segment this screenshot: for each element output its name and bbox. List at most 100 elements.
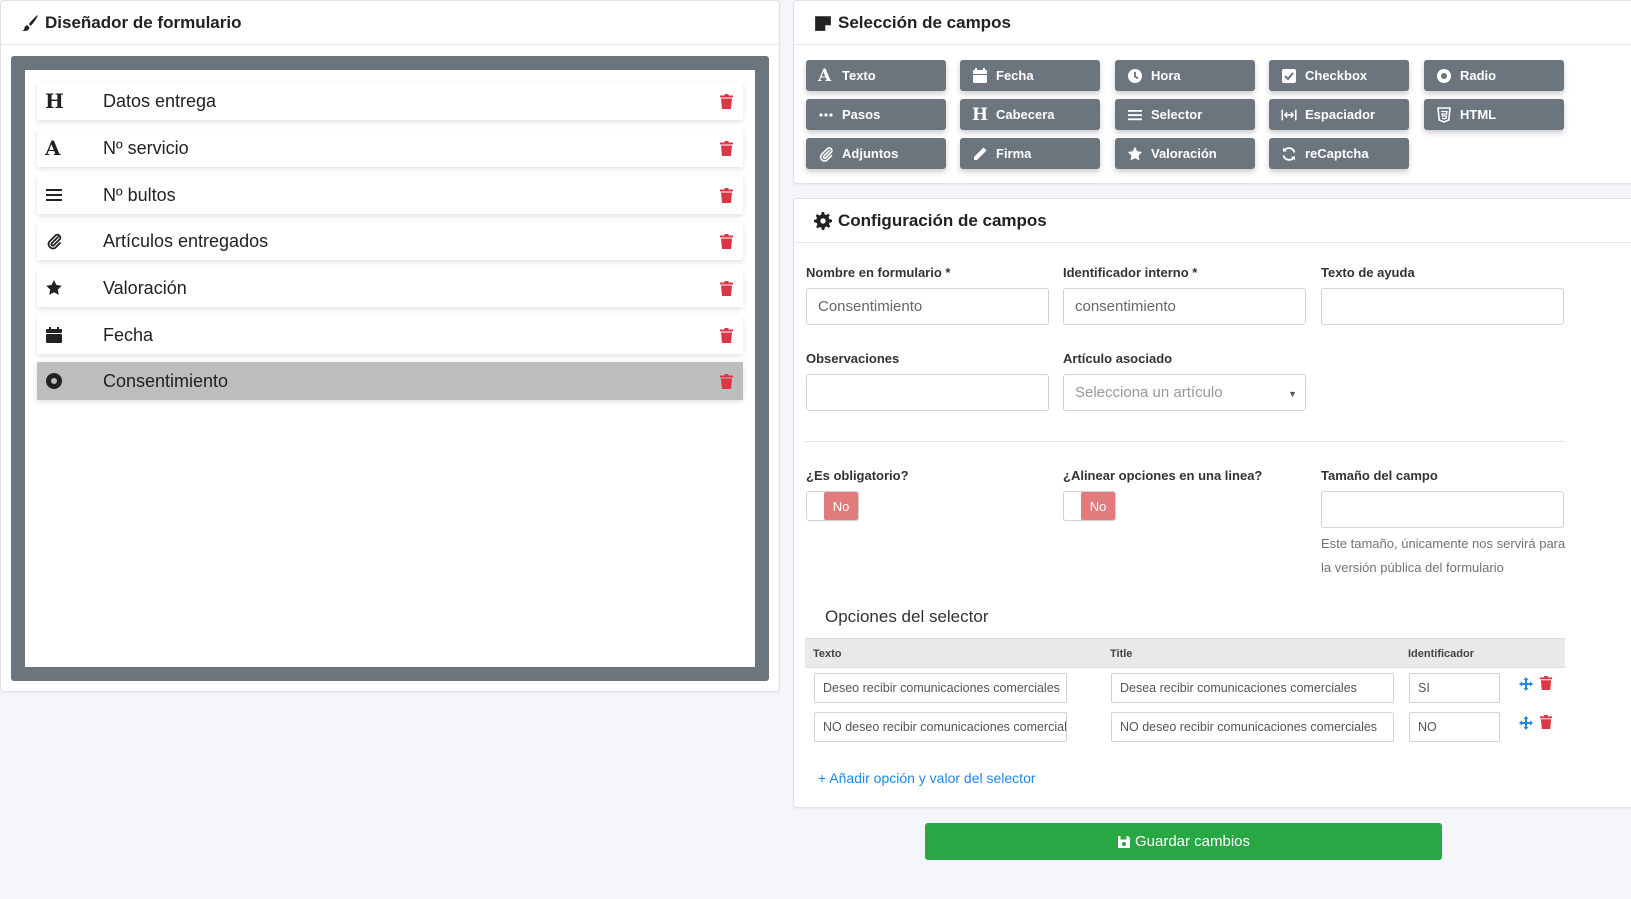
- trash-icon[interactable]: [1539, 715, 1553, 729]
- inline-options-label: ¿Alinear opciones en una linea?: [1063, 468, 1263, 483]
- add-signature-field-button[interactable]: Firma: [960, 138, 1100, 169]
- text-icon: A: [818, 65, 832, 86]
- config-title: Configuración de campos: [838, 210, 1047, 230]
- html5-icon: [1436, 106, 1460, 123]
- config-header: Configuración de campos: [794, 199, 1631, 243]
- option-title-input[interactable]: NO deseo recibir comunicaciones comercia…: [1111, 712, 1394, 742]
- header-identifier: Identificador: [1408, 648, 1475, 660]
- add-attachments-field-button[interactable]: Adjuntos: [806, 138, 946, 169]
- form-field-label: Nº servicio: [103, 137, 189, 158]
- option-title-input[interactable]: Desea recibir comunicaciones comerciales: [1111, 673, 1394, 703]
- button-label: Valoración: [1151, 146, 1217, 161]
- trash-icon[interactable]: [1539, 676, 1553, 690]
- observations-input[interactable]: [806, 374, 1049, 411]
- move-icon[interactable]: [1519, 677, 1533, 691]
- button-label: Adjuntos: [842, 146, 899, 161]
- heading-icon: H: [972, 104, 989, 125]
- delete-field-button[interactable]: [709, 280, 743, 296]
- button-label: Cabecera: [996, 107, 1055, 122]
- paintbrush-icon: [22, 14, 38, 31]
- option-id-input[interactable]: SI: [1409, 673, 1500, 703]
- caret-down-icon: ▼: [1288, 389, 1297, 399]
- form-field-item[interactable]: Valoración: [37, 269, 743, 307]
- add-text-field-button[interactable]: A Texto: [806, 60, 946, 91]
- form-field-label: Artículos entregados: [103, 230, 269, 251]
- form-field-item-selected[interactable]: Consentimiento: [37, 362, 743, 400]
- delete-field-button[interactable]: [709, 327, 743, 343]
- radio-icon: [37, 372, 103, 390]
- observations-label: Observaciones: [806, 351, 900, 366]
- field-config-card: Configuración de campos Nombre en formul…: [793, 198, 1631, 808]
- trash-icon: [719, 233, 733, 249]
- designer-title: Diseñador de formulario: [45, 12, 242, 32]
- delete-field-button[interactable]: [709, 233, 743, 249]
- add-heading-field-button[interactable]: H Cabecera: [960, 99, 1100, 130]
- options-table-header: Texto Title Identificador: [805, 638, 1565, 668]
- button-label: Radio: [1460, 68, 1497, 83]
- field-size-label: Tamaño del campo: [1321, 468, 1438, 483]
- form-field-item[interactable]: Nº bultos: [37, 176, 743, 214]
- delete-field-button[interactable]: [709, 187, 743, 203]
- add-date-field-button[interactable]: Fecha: [960, 60, 1100, 91]
- delete-field-button[interactable]: [709, 140, 743, 156]
- selection-title: Selección de campos: [838, 12, 1011, 32]
- option-text-input[interactable]: NO deseo recibir comunicaciones comercia…: [814, 712, 1067, 742]
- article-select[interactable]: Selecciona un artículo ▼: [1063, 374, 1306, 411]
- add-radio-field-button[interactable]: Radio: [1424, 60, 1564, 91]
- selection-header: Selección de campos: [794, 1, 1631, 45]
- identifier-label: Identificador interno *: [1063, 265, 1198, 280]
- delete-field-button[interactable]: [709, 93, 743, 109]
- field-size-input[interactable]: [1321, 491, 1564, 528]
- selector-options-title: Opciones del selector: [825, 607, 989, 626]
- form-field-label: Valoración: [103, 277, 187, 298]
- form-field-item[interactable]: Fecha: [37, 316, 743, 354]
- add-checkbox-field-button[interactable]: Checkbox: [1269, 60, 1409, 91]
- header-title: Title: [1110, 648, 1133, 660]
- option-id-input[interactable]: NO: [1409, 712, 1500, 742]
- save-changes-button[interactable]: Guardar cambios: [925, 823, 1442, 860]
- gear-icon: [814, 211, 832, 230]
- trash-icon: [719, 93, 733, 109]
- add-spacer-field-button[interactable]: Espaciador: [1269, 99, 1409, 130]
- star-icon: [37, 279, 103, 297]
- button-label: HTML: [1460, 107, 1497, 122]
- sticky-note-icon: [815, 15, 831, 31]
- paperclip-icon: [37, 232, 103, 250]
- heading-icon: H: [45, 89, 64, 113]
- paperclip-icon: [818, 146, 842, 162]
- list-icon: [1127, 107, 1151, 123]
- add-html-field-button[interactable]: HTML: [1424, 99, 1564, 130]
- designer-header: Diseñador de formulario: [1, 1, 779, 45]
- required-toggle[interactable]: No: [806, 491, 859, 521]
- form-field-label: Datos entrega: [103, 90, 217, 111]
- star-icon: [1127, 146, 1151, 162]
- add-selector-field-button[interactable]: Selector: [1115, 99, 1255, 130]
- add-rating-field-button[interactable]: Valoración: [1115, 138, 1255, 169]
- trash-icon: [719, 187, 733, 203]
- delete-field-button[interactable]: [709, 373, 743, 389]
- add-option-link[interactable]: + Añadir opción y valor del selector: [818, 770, 1036, 786]
- add-steps-field-button[interactable]: Pasos: [806, 99, 946, 130]
- form-field-item[interactable]: A Nº servicio: [37, 129, 743, 167]
- form-field-item[interactable]: H Datos entrega: [37, 82, 743, 120]
- sync-icon: [1281, 146, 1305, 162]
- form-field-item[interactable]: Artículos entregados: [37, 222, 743, 260]
- name-input[interactable]: Consentimiento: [806, 288, 1049, 325]
- add-recaptcha-field-button[interactable]: reCaptcha: [1269, 138, 1409, 169]
- help-text-input[interactable]: [1321, 288, 1564, 325]
- required-toggle-state: No: [824, 492, 858, 520]
- help-text-label: Texto de ayuda: [1321, 265, 1415, 280]
- field-selection-card: Selección de campos A Texto Fecha Hora Ch…: [793, 0, 1631, 184]
- button-label: Firma: [996, 146, 1032, 161]
- trash-icon: [719, 327, 733, 343]
- add-time-field-button[interactable]: Hora: [1115, 60, 1255, 91]
- move-icon[interactable]: [1519, 716, 1533, 730]
- identifier-input[interactable]: consentimiento: [1063, 288, 1306, 325]
- button-label: Pasos: [842, 107, 881, 122]
- button-label: Fecha: [996, 68, 1034, 83]
- button-label: Checkbox: [1305, 68, 1368, 83]
- required-label: ¿Es obligatorio?: [806, 468, 909, 483]
- designer-card: Diseñador de formulario H Datos entrega …: [0, 0, 780, 692]
- inline-options-toggle[interactable]: No: [1063, 491, 1116, 521]
- option-text-input[interactable]: Deseo recibir comunicaciones comerciales: [814, 673, 1067, 703]
